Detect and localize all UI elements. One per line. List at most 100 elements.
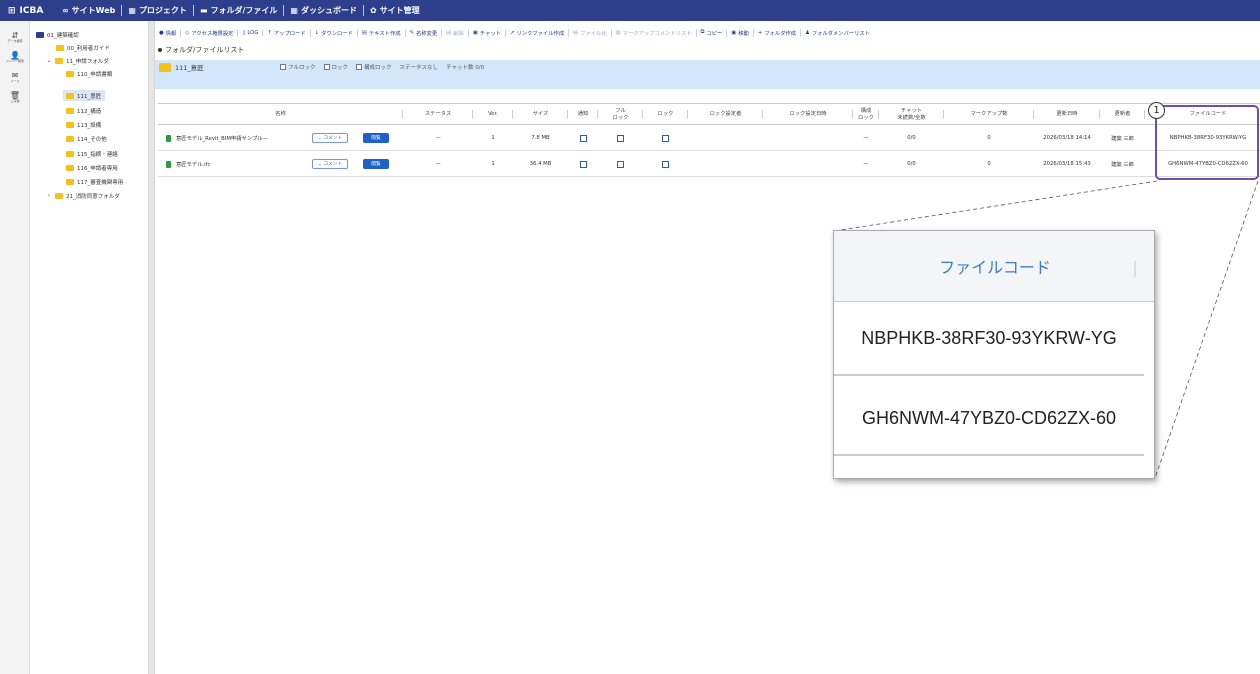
app-logo[interactable]: ⊞ ICBA	[0, 6, 62, 16]
copy-button[interactable]: ⧉ コピー	[697, 28, 728, 37]
nav-site-web[interactable]: ∞ サイトWeb	[62, 5, 115, 16]
create-link-button[interactable]: ↗ リンクファイル作成	[506, 28, 570, 37]
markup-cell: 0	[987, 135, 991, 141]
delete-button[interactable]: ▤ 削除	[442, 28, 469, 37]
folder-icon	[66, 121, 74, 128]
tree-item[interactable]: 110_申請書類	[66, 68, 112, 79]
notify-checkbox[interactable]	[568, 151, 598, 177]
rename-button[interactable]: ✎ 名称変更	[406, 28, 443, 37]
lock-checkbox[interactable]	[323, 64, 330, 70]
folder-icon	[66, 92, 74, 99]
current-folder-name: 111_意匠	[159, 62, 204, 72]
col-lock[interactable]: ロック	[643, 104, 688, 125]
full-lock-checkbox[interactable]	[598, 151, 643, 177]
pane-splitter[interactable]	[148, 21, 155, 674]
folder-icon	[56, 44, 64, 51]
log-button[interactable]: ▯ LOG	[238, 29, 264, 36]
tree-item[interactable]: ⌄ 11_申請フォルダ	[46, 55, 108, 66]
col-chat[interactable]: チャット 未読数/全数	[879, 104, 944, 125]
chat-button[interactable]: ▣ チャット	[469, 28, 506, 37]
zoom-file-code: NBPHKB-38RF30-93YKRW-YG	[834, 302, 1144, 376]
view-button[interactable]: 閲覧	[356, 151, 396, 177]
nav-folder-file[interactable]: ▬ フォルダ/ファイル	[200, 5, 277, 16]
file-name-cell[interactable]: 意匠モデル.ifc	[166, 151, 311, 177]
col-ver[interactable]: Ver.	[473, 104, 513, 125]
callout-number-badge: 1	[1148, 102, 1165, 119]
tree-item[interactable]: 114_その他	[66, 133, 107, 144]
table-row[interactable]: 意匠モデル_Revit_BIM申請サンプル— ⌄ コメント 閲覧 — 1 7.8…	[158, 125, 1260, 151]
tree-item[interactable]: 115_指摘・連絡	[66, 148, 118, 159]
col-full-lock[interactable]: フル ロック	[598, 104, 643, 125]
tree-item[interactable]: 116_申請者専用	[66, 162, 118, 173]
notify-checkbox[interactable]	[568, 125, 598, 151]
config-lock-checkbox[interactable]	[356, 64, 363, 70]
col-name[interactable]: 名称	[158, 104, 403, 125]
grid-icon: ⊞	[8, 5, 16, 16]
full-lock-flag: フルロック	[280, 63, 316, 71]
col-status[interactable]: ステータス	[403, 104, 473, 125]
chat-cell: 0/0	[907, 161, 916, 167]
folder-icon	[159, 62, 171, 72]
column-divider	[1134, 261, 1136, 277]
col-markup[interactable]: マークアップ数	[944, 104, 1034, 125]
updater-cell: 建築 三郎	[1111, 136, 1134, 142]
tree-item[interactable]: 112_構造	[66, 105, 101, 116]
member-search-button[interactable]: 👤 メンバー検索	[0, 47, 30, 67]
tree-item[interactable]: › 21_消防同意フォルダ	[46, 190, 120, 201]
nav-site-admin[interactable]: ✿ サイト管理	[370, 5, 420, 16]
folder-icon	[66, 164, 74, 171]
comment-button[interactable]: ⌄ コメント	[310, 151, 350, 177]
view-button[interactable]: 閲覧	[356, 125, 396, 151]
folder-icon	[66, 70, 74, 77]
shield-icon: ◇	[185, 29, 190, 36]
trash-button[interactable]: 🗑 ごみ箱	[0, 87, 30, 107]
upload-button[interactable]: ↑ アップロード	[263, 28, 311, 37]
markup-list-button[interactable]: ▥ マークアップコメントリスト	[612, 28, 697, 37]
col-config-lock[interactable]: 構成 ロック	[853, 104, 879, 125]
full-lock-checkbox[interactable]	[280, 64, 286, 70]
col-notify[interactable]: 通知	[568, 104, 598, 125]
mail-button[interactable]: ✉ メール	[0, 67, 30, 87]
create-folder-button[interactable]: + フォルダ作成	[754, 28, 802, 37]
col-updater[interactable]: 更新者	[1100, 104, 1145, 125]
nav-dashboard[interactable]: ▦ ダッシュボード	[290, 5, 357, 16]
lock-checkbox[interactable]	[643, 125, 688, 151]
pencil-icon: ✎	[409, 29, 414, 36]
ver-cell: 1	[491, 161, 495, 167]
nav-divider	[121, 5, 123, 16]
comment-button[interactable]: ⌄ コメント	[310, 125, 350, 151]
gear-icon: ✿	[369, 6, 377, 15]
col-lock-date[interactable]: ロック設定日時	[763, 104, 853, 125]
info-icon: ●	[159, 29, 164, 36]
chevron-down-icon[interactable]: ⌄	[46, 57, 52, 64]
folder-icon	[66, 150, 74, 157]
filify-button[interactable]: ▤ ファイル化	[569, 28, 612, 37]
folder-members-button[interactable]: ♟ フォルダメンバーリスト	[801, 29, 874, 37]
tree-item[interactable]: 117_審査機関専用	[66, 176, 123, 187]
create-text-button[interactable]: ▤ テキスト作成	[358, 28, 406, 37]
folder-tree: 01_建築確認 00_利用者ガイド ⌄ 11_申請フォルダ 110_申請書類 11…	[30, 21, 148, 674]
folder-icon: ▬	[199, 6, 208, 15]
table-row[interactable]: 意匠モデル.ifc ⌄ コメント 閲覧 — 1 36.4 MB — 0/0 0 …	[158, 151, 1260, 177]
col-updated[interactable]: 更新日時	[1034, 104, 1100, 125]
info-button[interactable]: ● 情報	[155, 28, 182, 37]
chat-cell: 0/0	[907, 135, 916, 141]
tree-root[interactable]: 01_建築確認	[36, 29, 79, 40]
updated-cell: 2026/03/18 15:43	[1043, 161, 1091, 167]
full-lock-checkbox[interactable]	[598, 125, 643, 151]
tree-item[interactable]: 00_利用者ガイド	[56, 42, 110, 53]
file-icon	[166, 134, 171, 142]
move-button[interactable]: ▣ 移動	[727, 28, 754, 37]
nav-divider	[362, 5, 364, 16]
access-settings-button[interactable]: ◇ アクセス権限設定	[181, 28, 239, 37]
download-button[interactable]: ↓ ダウンロード	[311, 28, 358, 37]
col-size[interactable]: サイズ	[513, 104, 568, 125]
tree-item-selected[interactable]: 111_意匠	[63, 90, 105, 101]
file-name-cell[interactable]: 意匠モデル_Revit_BIM申請サンプル—	[166, 125, 311, 151]
chevron-right-icon[interactable]: ›	[46, 192, 52, 199]
nav-project[interactable]: ▦ プロジェクト	[128, 5, 187, 16]
tree-item[interactable]: 113_設備	[66, 119, 101, 130]
lock-checkbox[interactable]	[643, 151, 688, 177]
col-lock-setter[interactable]: ロック設定者	[688, 104, 763, 125]
data-search-button[interactable]: ⇵ データ検索	[0, 27, 30, 47]
